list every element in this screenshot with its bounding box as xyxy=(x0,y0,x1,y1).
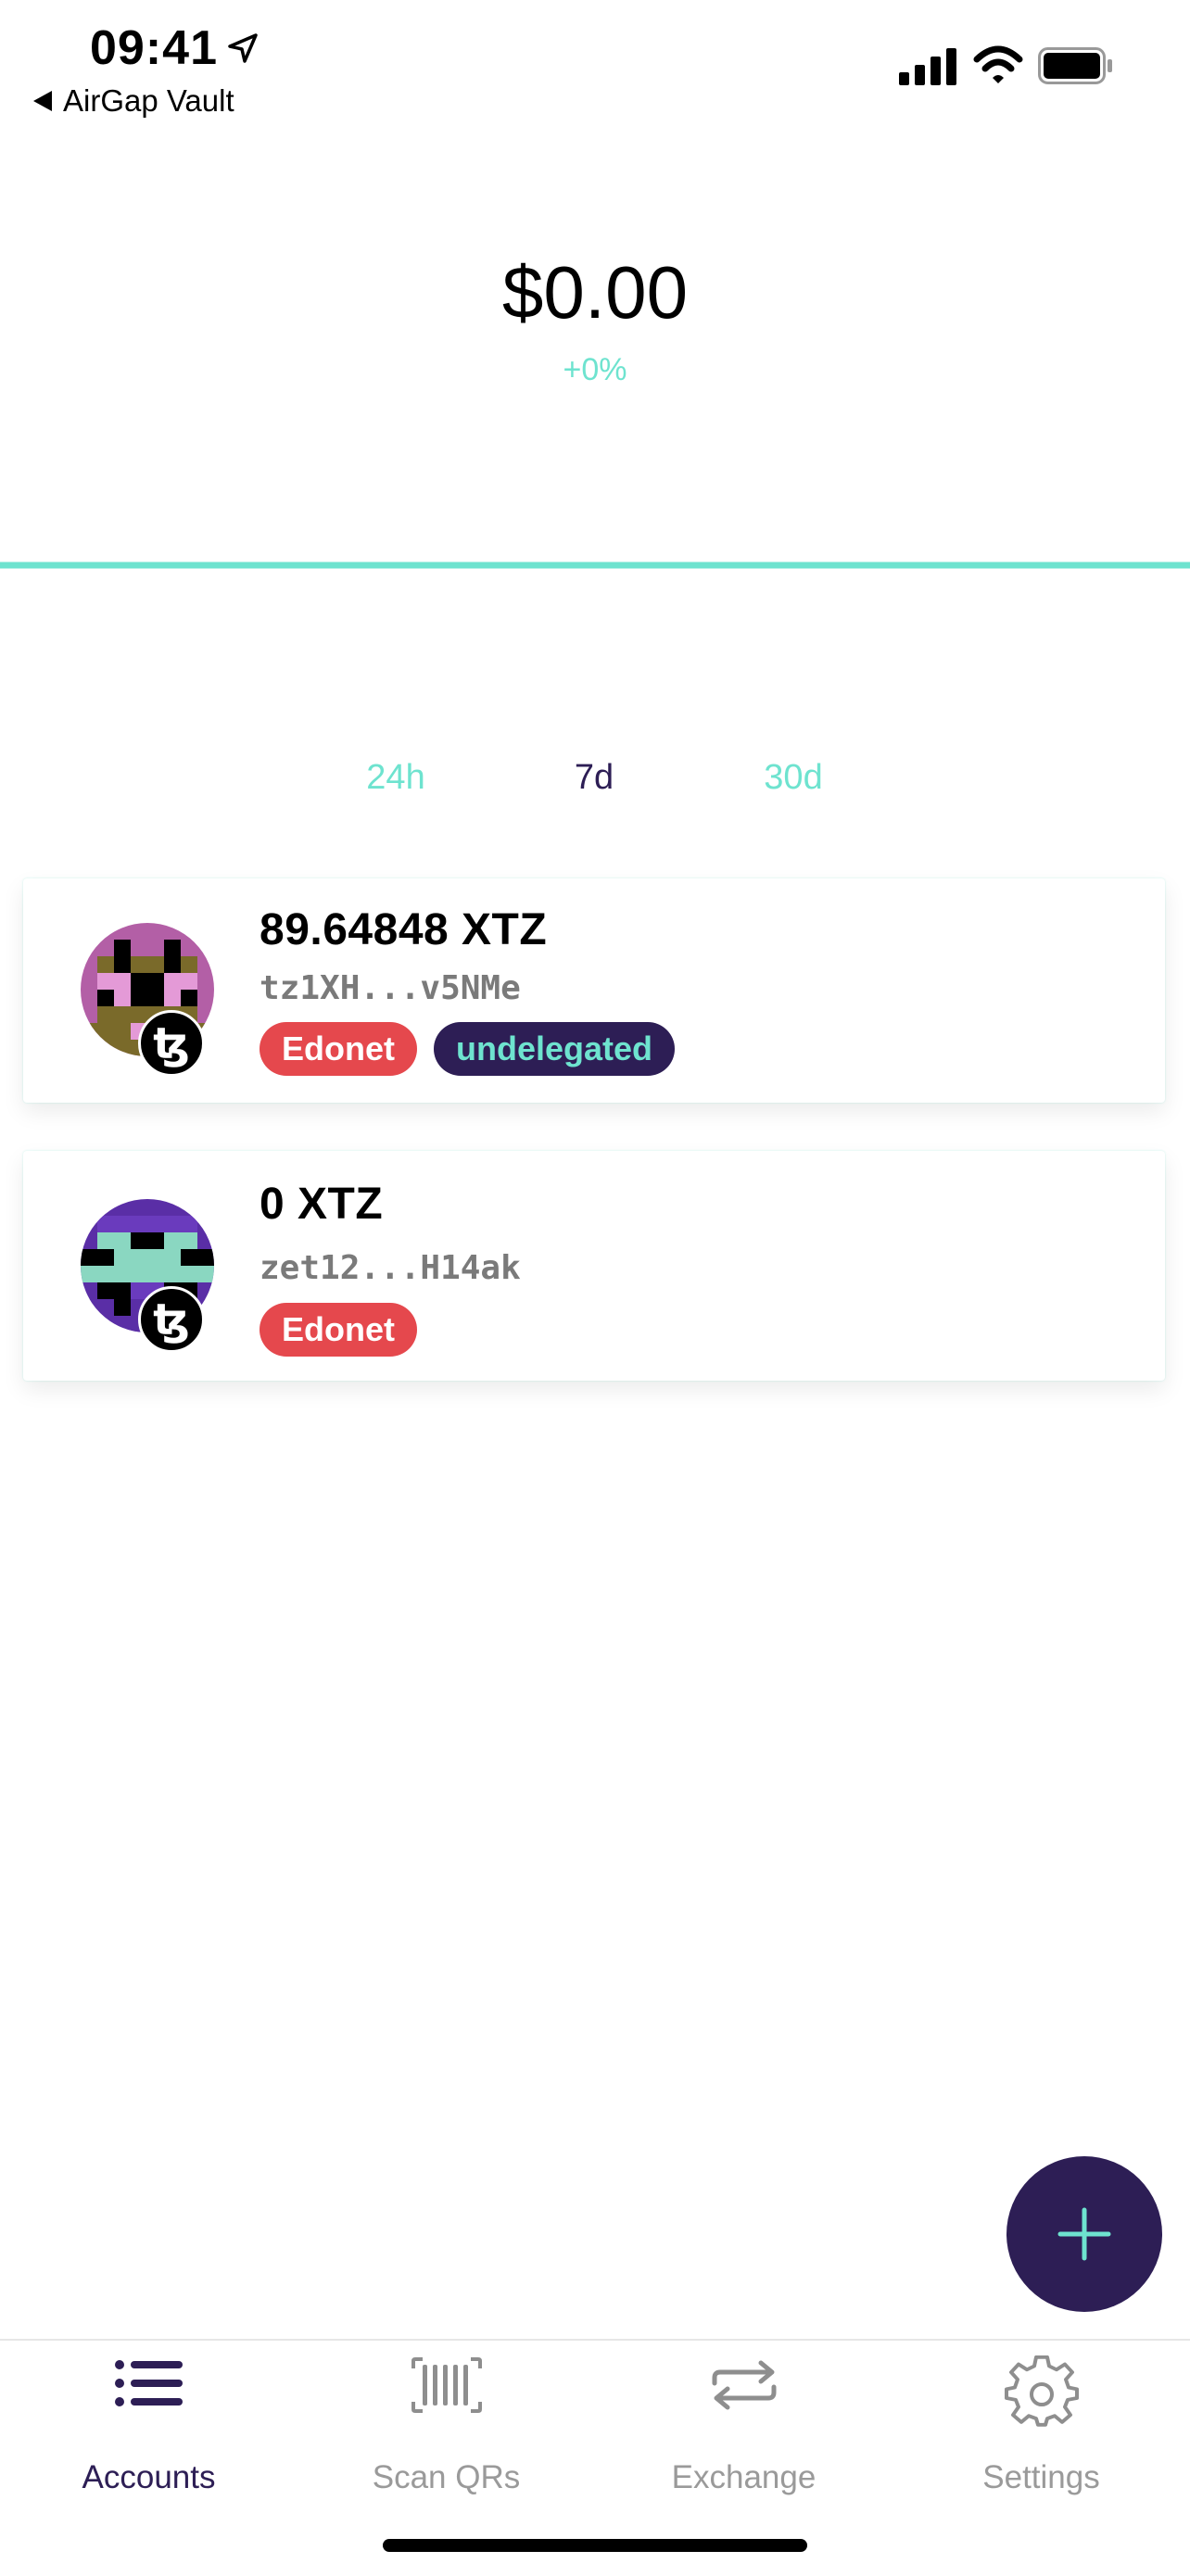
wifi-icon xyxy=(973,45,1023,83)
account-address: tz1XH...v5NMe xyxy=(260,969,521,1007)
add-account-button[interactable] xyxy=(1006,2156,1162,2312)
location-arrow-icon xyxy=(228,33,258,63)
network-tag: Edonet xyxy=(260,1303,417,1357)
tab-settings[interactable]: Settings xyxy=(892,2341,1190,2517)
period-7d[interactable]: 7d xyxy=(575,758,614,798)
back-triangle-icon xyxy=(33,91,52,111)
delegation-status-tag: undelegated xyxy=(434,1022,676,1076)
battery-icon xyxy=(1038,47,1112,84)
portfolio-total: $0.00 xyxy=(501,251,689,334)
status-time: 09:41 xyxy=(90,21,218,75)
list-icon xyxy=(114,2360,183,2406)
account-balance: 89.64848 XTZ xyxy=(260,905,548,954)
account-card-zet[interactable]: ꜩ 0 XTZ zet12...H14ak Edonet xyxy=(23,1151,1165,1381)
tezos-icon: ꜩ xyxy=(138,1010,205,1077)
price-chart-line xyxy=(0,562,1190,569)
back-app-label: AirGap Vault xyxy=(63,83,234,118)
exchange-arrows-icon xyxy=(712,2360,776,2410)
tab-accounts-label: Accounts xyxy=(82,2459,216,2495)
tab-settings-label: Settings xyxy=(982,2459,1100,2495)
period-selector: 24h 7d 30d xyxy=(0,758,1190,814)
tab-accounts[interactable]: Accounts xyxy=(0,2341,298,2517)
tab-exchange[interactable]: Exchange xyxy=(595,2341,892,2517)
account-tags: Edonet undelegated xyxy=(260,1022,676,1076)
account-balance: 0 XTZ xyxy=(260,1180,384,1229)
back-to-app-button[interactable]: AirGap Vault xyxy=(33,83,234,119)
network-tag: Edonet xyxy=(260,1022,417,1076)
account-tags: Edonet xyxy=(260,1303,417,1357)
tezos-shielded-icon: ꜩ xyxy=(138,1286,205,1353)
home-indicator xyxy=(383,2539,807,2552)
period-24h[interactable]: 24h xyxy=(366,758,424,798)
portfolio-change: +0% xyxy=(563,352,627,387)
account-card-tz1[interactable]: ꜩ 89.64848 XTZ tz1XH...v5NMe Edonet unde… xyxy=(23,878,1165,1103)
account-address: zet12...H14ak xyxy=(260,1249,521,1287)
plus-icon xyxy=(1057,2207,1111,2261)
barcode-scan-icon xyxy=(411,2357,482,2413)
tab-scan[interactable]: Scan QRs xyxy=(298,2341,595,2517)
tab-scan-label: Scan QRs xyxy=(372,2459,521,2495)
period-30d[interactable]: 30d xyxy=(764,758,822,798)
gear-icon xyxy=(1004,2355,1079,2427)
cellular-signal-icon xyxy=(899,48,956,85)
tab-exchange-label: Exchange xyxy=(671,2459,817,2495)
